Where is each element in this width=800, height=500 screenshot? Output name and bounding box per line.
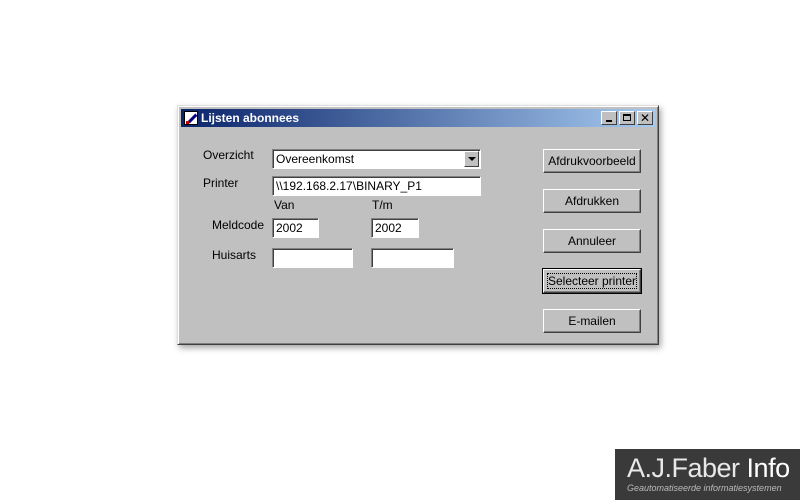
e-mailen-button[interactable]: E-mailen [543,309,641,333]
brand-name: A.J.Faber Info [627,453,800,483]
minimize-button[interactable] [601,111,617,125]
afdrukken-button[interactable]: Afdrukken [543,189,641,213]
printer-input[interactable]: \\192.168.2.17\BINARY_P1 [272,176,481,196]
desktop: Lijsten abonnees ✕ Overzicht Printer Van… [0,0,800,500]
focus-rectangle [547,273,637,289]
company-logo: A.J.Faber Info Geautomatiseerde informat… [615,449,800,500]
printer-label: Printer [203,176,239,190]
van-column-label: Van [274,198,295,212]
huisarts-label: Huisarts [212,248,257,262]
annuleer-label: Annuleer [567,234,617,248]
tm-column-label: T/m [372,198,393,212]
chevron-down-icon[interactable] [464,151,479,167]
meldcode-van-input[interactable]: 2002 [272,218,319,238]
selecteer-printer-button[interactable]: Selecteer printer [542,268,642,294]
maximize-icon [623,114,631,121]
overzicht-select[interactable]: Overeenkomst [272,149,481,169]
window-title: Lijsten abonnees [201,111,300,125]
close-icon: ✕ [640,111,651,125]
afdrukvoorbeeld-label: Afdrukvoorbeeld [548,154,636,168]
overzicht-label: Overzicht [203,148,254,162]
afdrukvoorbeeld-button[interactable]: Afdrukvoorbeeld [543,149,641,173]
brand-name-part2: Info [746,453,791,483]
annuleer-button[interactable]: Annuleer [543,229,641,253]
lijsten-abonnees-dialog: Lijsten abonnees ✕ Overzicht Printer Van… [177,105,659,345]
close-button[interactable]: ✕ [637,111,653,125]
e-mailen-label: E-mailen [568,314,616,328]
brand-name-part1: A.J.Faber [627,453,747,483]
meldcode-tm-input[interactable]: 2002 [371,218,419,238]
app-pen-icon[interactable] [184,111,198,125]
huisarts-van-input[interactable] [272,248,353,268]
title-bar[interactable]: Lijsten abonnees ✕ [181,109,655,127]
maximize-button[interactable] [619,111,635,125]
brand-tagline: Geautomatiseerde informatiesystemen [627,483,782,493]
overzicht-selected-value: Overeenkomst [276,152,355,166]
huisarts-tm-input[interactable] [371,248,454,268]
meldcode-label: Meldcode [212,218,265,232]
minimize-icon [606,120,612,122]
afdrukken-label: Afdrukken [564,194,620,208]
